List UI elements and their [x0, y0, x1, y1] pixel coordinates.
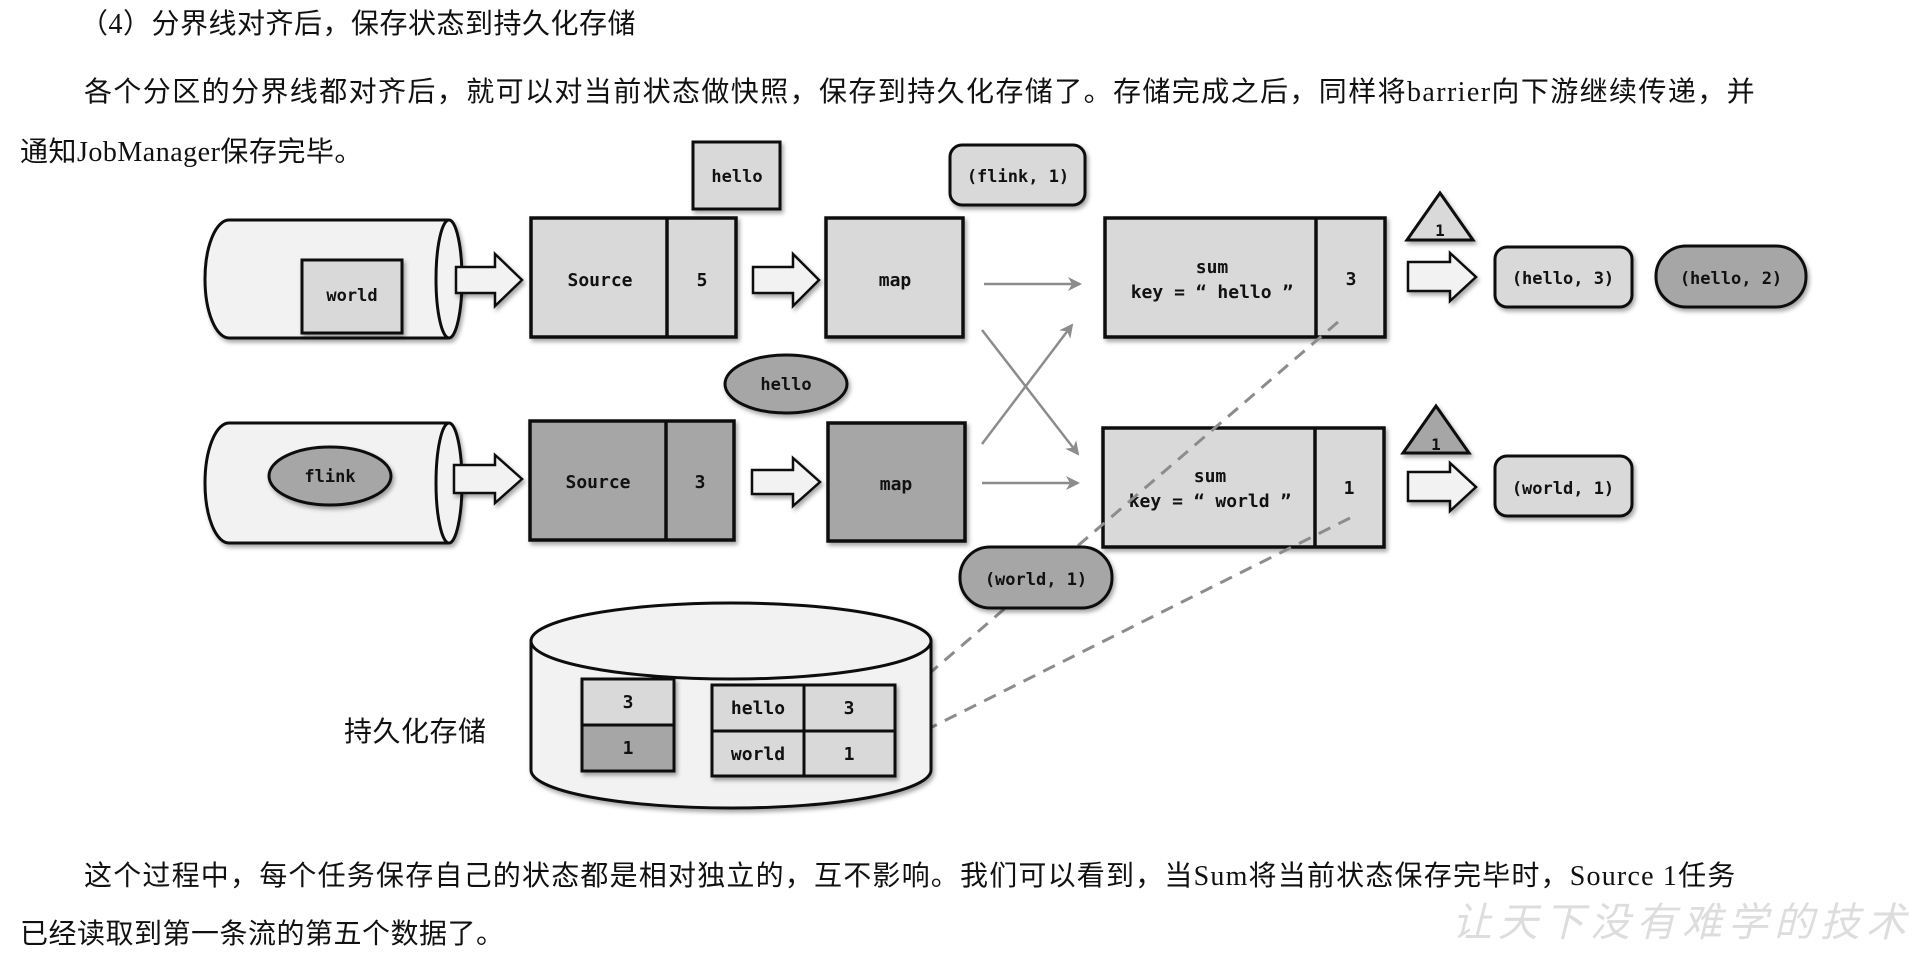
sum-key: key = “ hello ”: [1131, 282, 1294, 303]
block-arrow-icon: [750, 455, 822, 509]
source-state-value: 5: [697, 270, 708, 291]
snapshot-value: 1: [844, 744, 855, 765]
source-label: Source: [567, 270, 632, 291]
shuffle-arrow: [981, 323, 1074, 445]
output-record-label: (hello, 2): [1680, 269, 1782, 289]
sum-key: key = “ world ”: [1129, 491, 1292, 512]
snapshot-value: 3: [844, 698, 855, 719]
sum-label: sum: [1196, 257, 1229, 278]
sum-operator-hello: [1103, 216, 1387, 339]
source-label: Source: [565, 472, 630, 493]
sum-label: sum: [1194, 466, 1227, 487]
stream-item-label: flink: [304, 467, 355, 487]
paragraph-2-line-1: 这个过程中，每个任务保存自己的状态都是相对独立的，互不影响。我们可以看到，当Su…: [84, 861, 1737, 892]
snapshot-key: hello: [731, 698, 785, 719]
map-label: map: [879, 270, 912, 291]
watermark: 让天下没有难学的技术: [1452, 900, 1912, 946]
output-record-label: (hello, 3): [1512, 269, 1614, 289]
snapshot-key: world: [731, 744, 785, 765]
in-flight-record-label: (world, 1): [985, 570, 1087, 590]
block-arrow-icon: [751, 250, 821, 310]
sum-state-value: 1: [1344, 478, 1355, 499]
block-arrow-icon: [452, 452, 524, 506]
stream-item-label: world: [326, 286, 377, 306]
sum-state-value: 3: [1346, 269, 1357, 290]
output-record-label: (world, 1): [1512, 479, 1614, 499]
block-arrow-icon: [1406, 460, 1478, 514]
barrier-label: 1: [1431, 435, 1441, 454]
snapshot-value: 1: [623, 738, 634, 759]
barrier-label: 1: [1435, 221, 1445, 240]
block-arrow-icon: [1406, 250, 1478, 304]
in-flight-record-label: (flink, 1): [967, 167, 1069, 187]
in-flight-record-label: hello: [760, 375, 811, 395]
shuffle-arrow: [981, 329, 1080, 456]
storage-label: 持久化存储: [344, 717, 487, 748]
source-state-value: 3: [695, 472, 706, 493]
snapshot-value: 3: [623, 692, 634, 713]
map-label: map: [880, 474, 913, 495]
paragraph-2-line-2: 已经读取到第一条流的第五个数据了。: [20, 919, 505, 950]
block-arrow-icon: [454, 251, 524, 309]
in-flight-record-label: hello: [711, 167, 762, 187]
checkpoint-diagram: world Source 5 hello map (flink, 1) sum …: [203, 140, 1808, 810]
